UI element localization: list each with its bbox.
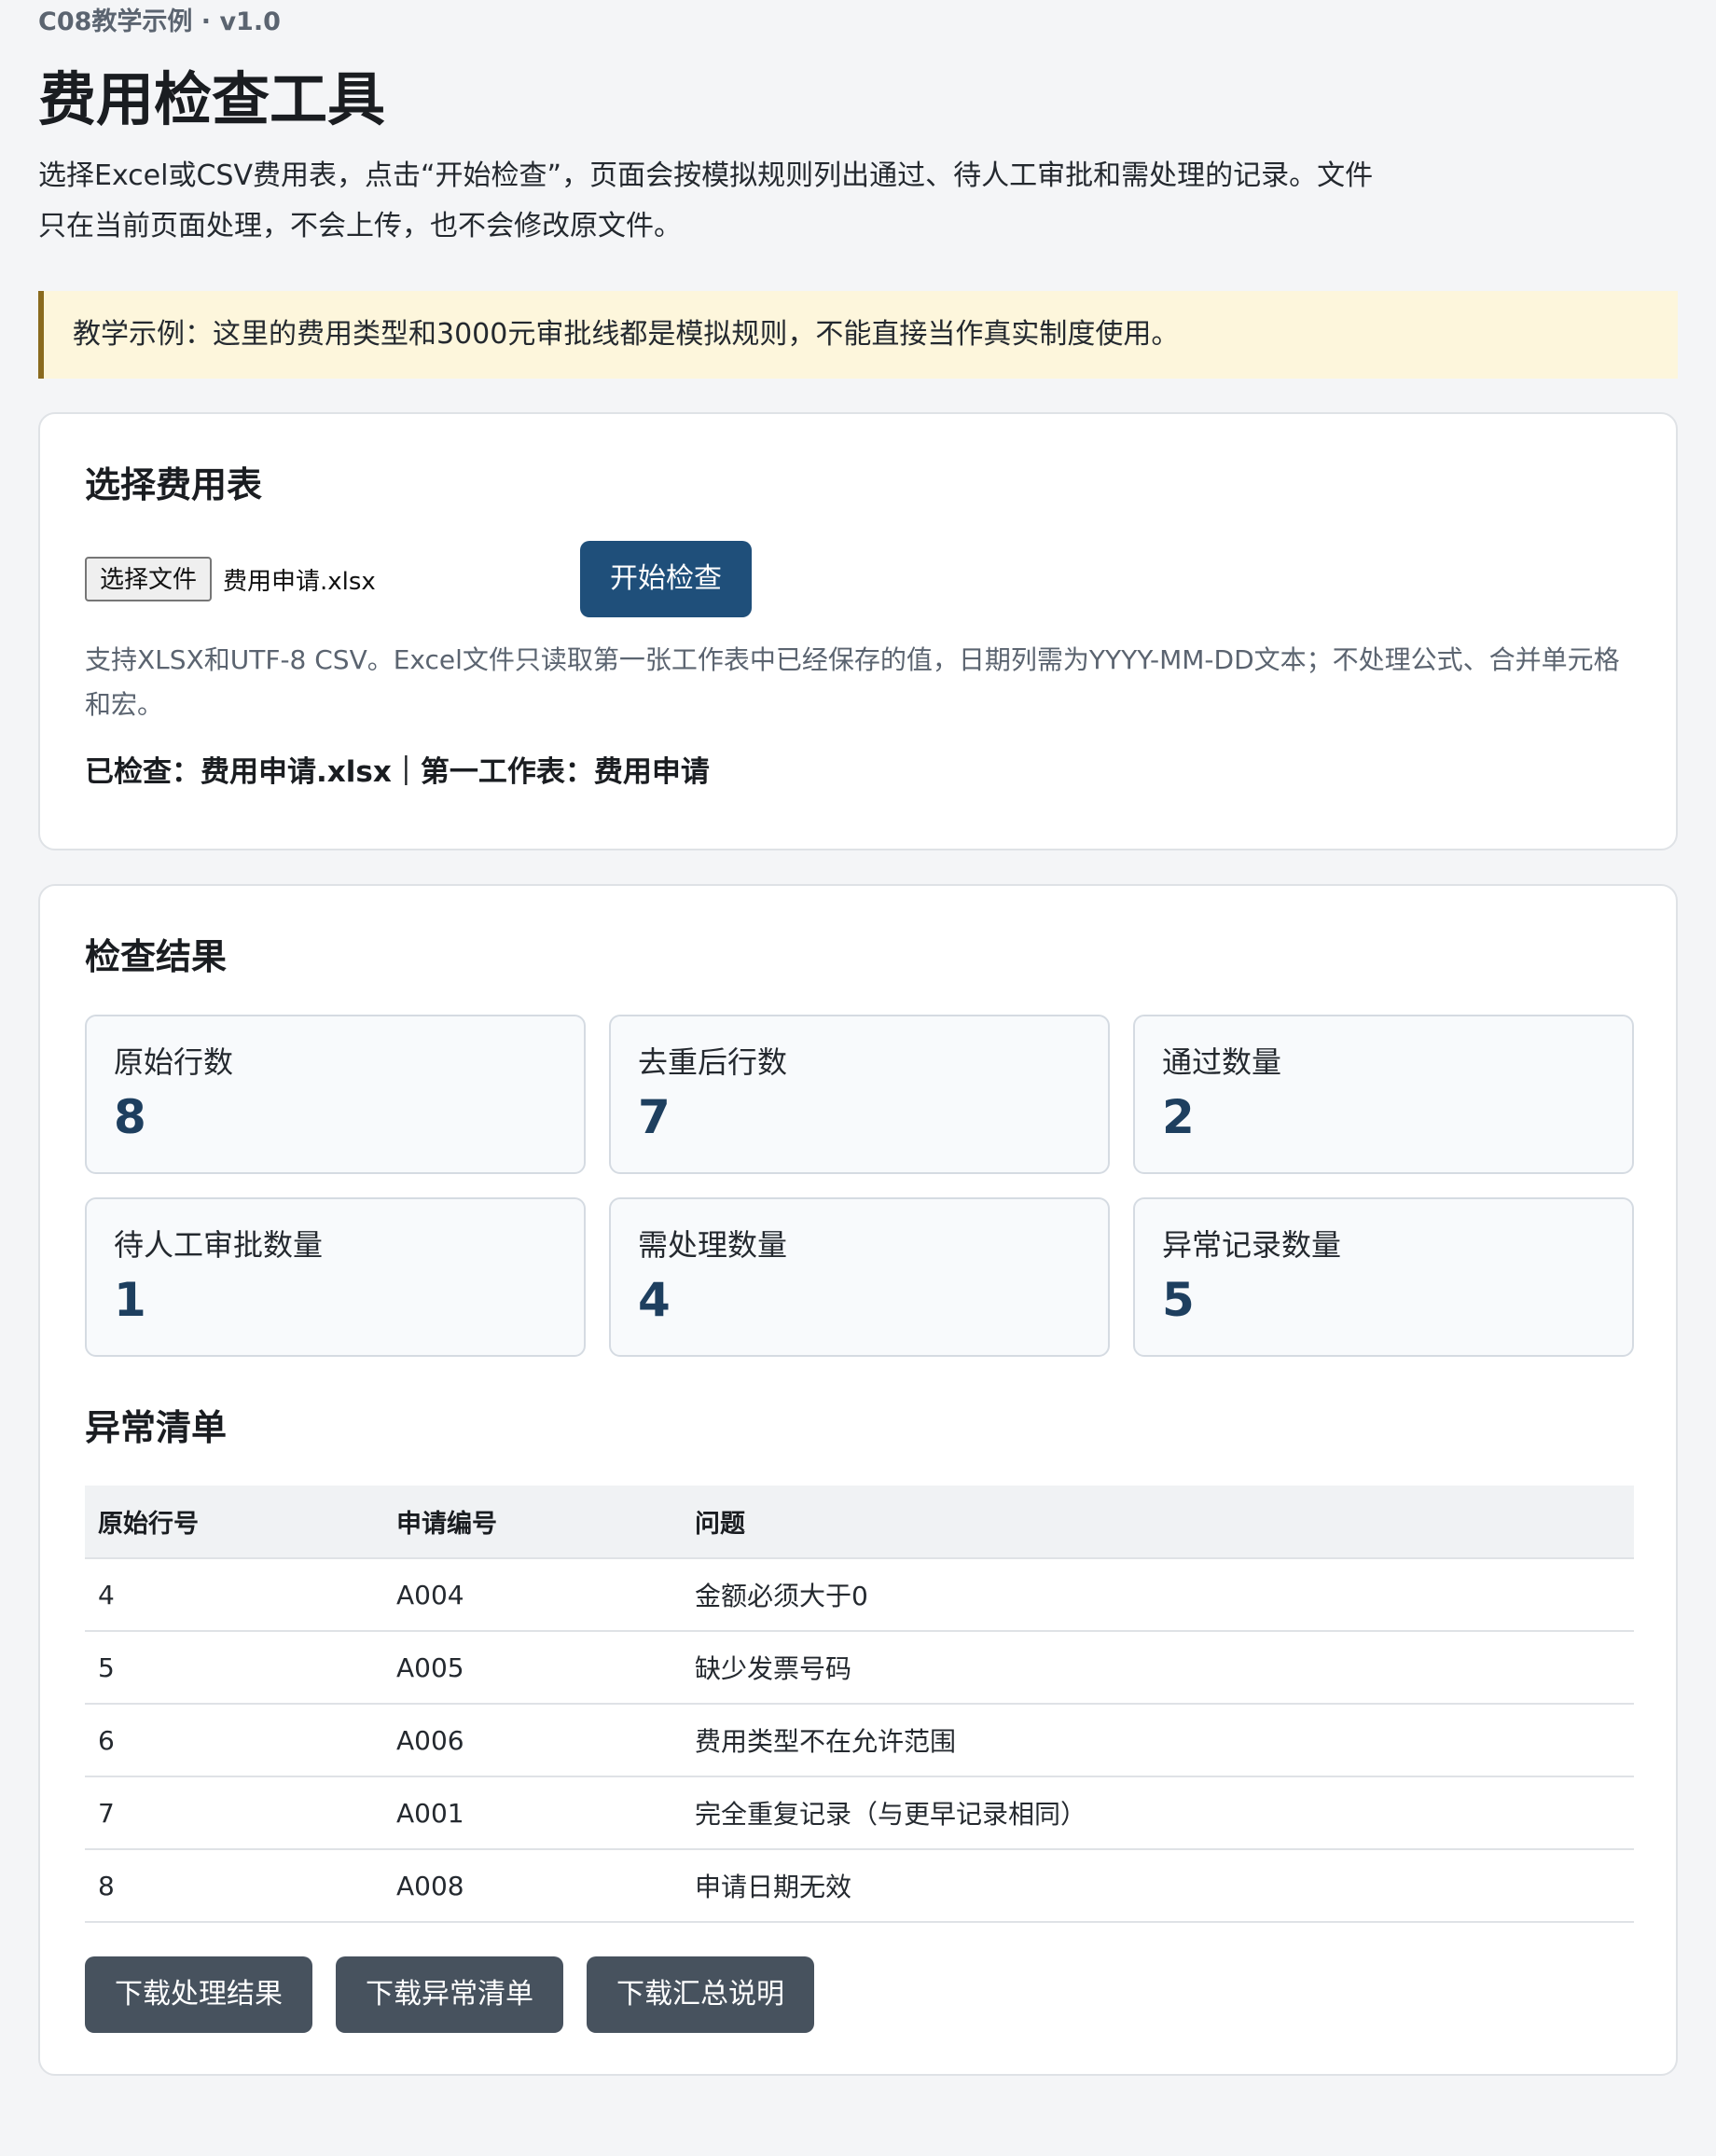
stat-label: 需处理数量 [638, 1227, 788, 1263]
stat-value: 1 [114, 1273, 146, 1327]
stats-grid: 原始行数 8 去重后行数 7 通过数量 2 待人工审批数量 1 需处理数量 4 … [85, 1015, 1634, 1357]
request-id-cell: A006 [383, 1704, 682, 1777]
stat-label: 通过数量 [1162, 1044, 1282, 1080]
issue-cell: 申请日期无效 [682, 1849, 1634, 1923]
column-header-issue: 问题 [682, 1486, 1634, 1559]
teaching-notice: 教学示例：这里的费用类型和3000元审批线都是模拟规则，不能直接当作真实制度使用… [38, 291, 1678, 379]
column-header-request-id: 申请编号 [383, 1486, 682, 1559]
column-header-row-number: 原始行号 [85, 1486, 383, 1559]
table-row: 8 A008 申请日期无效 [85, 1849, 1634, 1923]
anomaly-table: 原始行号 申请编号 问题 4 A004 金额必须大于0 5 A005 缺少发票号… [85, 1486, 1634, 1923]
select-file-card: 选择费用表 选择文件 费用申请.xlsx 开始检查 支持XLSX和UTF-8 C… [38, 412, 1678, 850]
stat-label: 待人工审批数量 [114, 1227, 324, 1263]
download-anomaly-list-button[interactable]: 下载异常清单 [336, 1956, 563, 2033]
row-number-cell: 4 [85, 1558, 383, 1632]
table-row: 4 A004 金额必须大于0 [85, 1558, 1634, 1632]
results-card: 检查结果 原始行数 8 去重后行数 7 通过数量 2 待人工审批数量 1 需处理… [38, 884, 1678, 2076]
selected-file-name: 费用申请.xlsx [223, 567, 376, 596]
request-id-cell: A004 [383, 1558, 682, 1632]
stat-card-raw-rows: 原始行数 8 [85, 1015, 586, 1174]
stat-card-needs-action: 需处理数量 4 [609, 1197, 1110, 1357]
issue-cell: 完全重复记录（与更早记录相同） [682, 1776, 1634, 1850]
results-section-title: 检查结果 [85, 936, 228, 977]
stat-card-passed: 通过数量 2 [1133, 1015, 1634, 1174]
download-summary-button[interactable]: 下载汇总说明 [587, 1956, 814, 2033]
anomaly-list-title: 异常清单 [85, 1407, 228, 1448]
issue-cell: 金额必须大于0 [682, 1558, 1634, 1632]
page-title: 费用检查工具 [38, 65, 386, 133]
stat-card-dedup-rows: 去重后行数 7 [609, 1015, 1110, 1174]
start-check-button[interactable]: 开始检查 [580, 541, 753, 617]
checked-status: 已检查：费用申请.xlsx｜第一工作表：费用申请 [85, 755, 710, 789]
stat-value: 5 [1162, 1273, 1195, 1327]
table-row: 5 A005 缺少发票号码 [85, 1631, 1634, 1705]
stat-card-anomalies: 异常记录数量 5 [1133, 1197, 1634, 1357]
stat-label: 异常记录数量 [1162, 1227, 1342, 1263]
file-format-hint: 支持XLSX和UTF-8 CSV。Excel文件只读取第一张工作表中已经保存的值… [85, 644, 1620, 720]
issue-cell: 缺少发票号码 [682, 1631, 1634, 1705]
version-label: C08教学示例 · v1.0 [38, 7, 281, 36]
stat-value: 7 [638, 1090, 671, 1144]
request-id-cell: A001 [383, 1776, 682, 1850]
stat-value: 2 [1162, 1090, 1195, 1144]
stat-value: 4 [638, 1273, 671, 1327]
stat-card-pending-approval: 待人工审批数量 1 [85, 1197, 586, 1357]
table-row: 7 A001 完全重复记录（与更早记录相同） [85, 1776, 1634, 1850]
file-input-row: 选择文件 费用申请.xlsx 开始检查 [85, 541, 1631, 617]
issue-cell: 费用类型不在允许范围 [682, 1704, 1634, 1777]
row-number-cell: 8 [85, 1849, 383, 1923]
request-id-cell: A008 [383, 1849, 682, 1923]
row-number-cell: 6 [85, 1704, 383, 1777]
download-buttons: 下载处理结果 下载异常清单 下载汇总说明 [85, 1956, 1631, 2033]
stat-value: 8 [114, 1090, 146, 1144]
page: C08教学示例 · v1.0 费用检查工具 选择Excel或CSV费用表，点击“… [0, 0, 1716, 2076]
row-number-cell: 5 [85, 1631, 383, 1705]
row-number-cell: 7 [85, 1776, 383, 1850]
table-header-row: 原始行号 申请编号 问题 [85, 1486, 1634, 1559]
request-id-cell: A005 [383, 1631, 682, 1705]
stat-label: 去重后行数 [638, 1044, 788, 1080]
page-intro: 选择Excel或CSV费用表，点击“开始检查”，页面会按模拟规则列出通过、待人工… [38, 159, 1374, 242]
table-row: 6 A006 费用类型不在允许范围 [85, 1704, 1634, 1777]
select-section-title: 选择费用表 [85, 464, 263, 505]
stat-label: 原始行数 [114, 1044, 234, 1080]
choose-file-button[interactable]: 选择文件 [85, 557, 213, 601]
download-results-button[interactable]: 下载处理结果 [85, 1956, 312, 2033]
